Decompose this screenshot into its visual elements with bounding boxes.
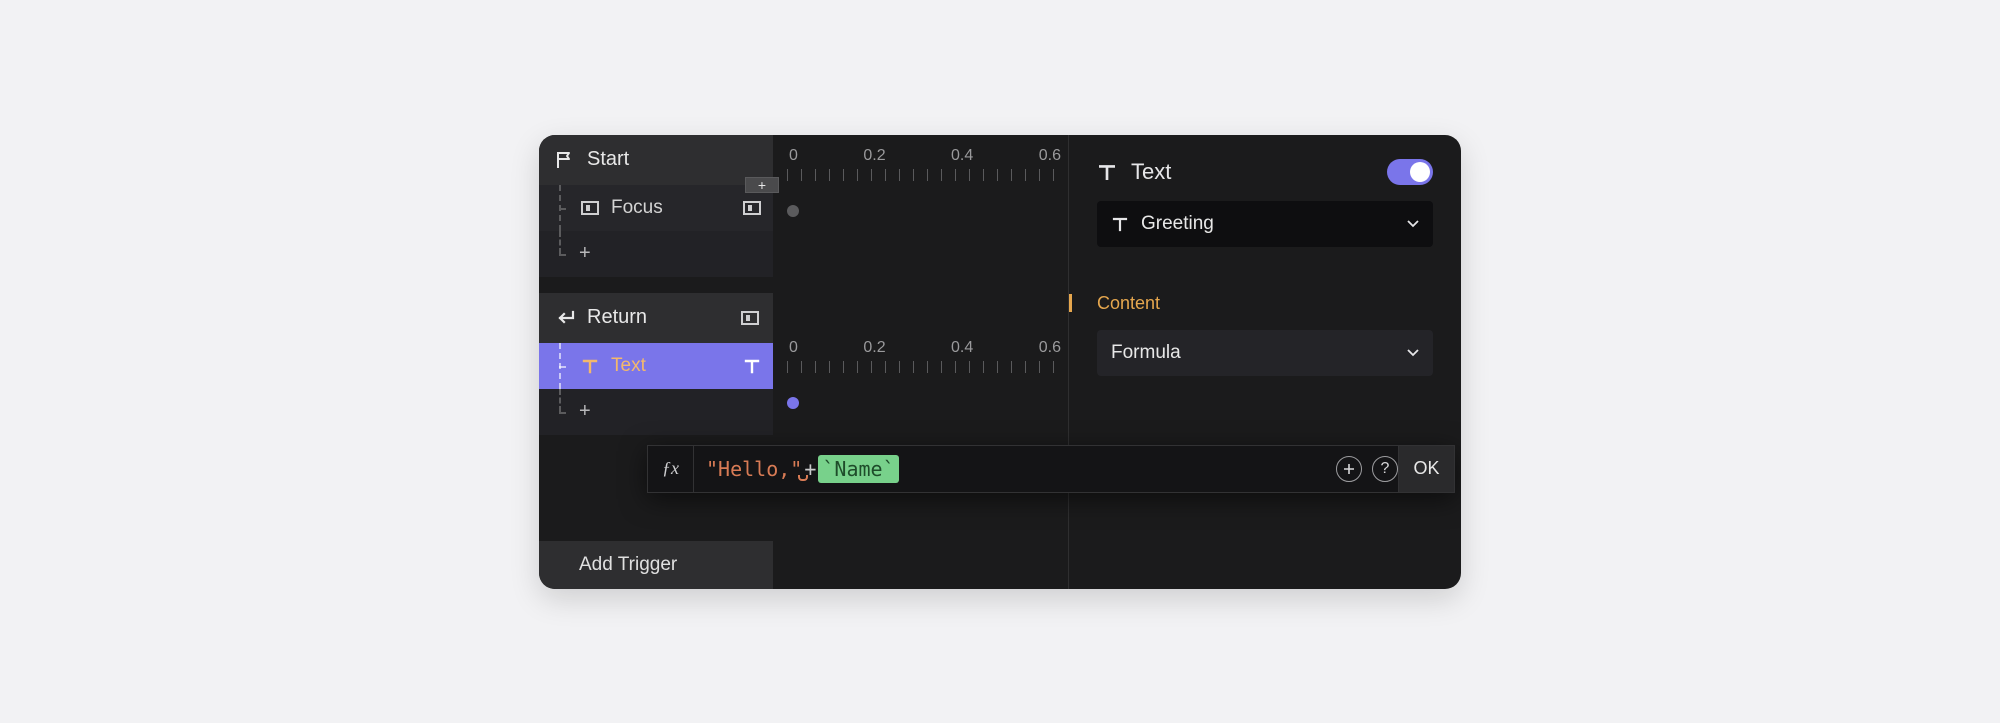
formula-editor[interactable]: ƒx "Hello,"+`Name` ? OK [647,445,1455,493]
ok-label: OK [1413,458,1439,479]
enabled-toggle[interactable] [1387,159,1433,185]
add-trigger-label: Add Trigger [579,554,677,576]
action-row-text[interactable]: Text [539,343,773,389]
content-type-select[interactable]: Formula [1097,330,1433,376]
target-select[interactable]: Greeting [1097,201,1433,247]
target-icon[interactable] [743,201,761,215]
add-action-row[interactable]: + [539,389,773,435]
flag-icon [553,150,577,170]
text-type-icon[interactable] [743,357,761,375]
formula-input[interactable]: "Hello,"+`Name` [694,455,1328,483]
action-row-label: Text [611,355,646,377]
trigger-list-panel: Start + Focus + Return [539,135,1069,589]
trigger-header-label: Start [587,148,629,171]
error-caret-icon [798,475,808,481]
text-icon [1111,215,1129,233]
tree-connector-icon [557,185,571,231]
insert-button[interactable] [1336,456,1362,482]
help-button[interactable]: ? [1372,456,1398,482]
focus-icon [579,201,601,215]
fx-icon[interactable]: ƒx [648,446,694,492]
target-select-value: Greeting [1141,213,1214,235]
fx-label: ƒx [662,458,679,479]
inspector-panel: Text Greeting Content Formula [1069,135,1461,589]
tree-connector-icon [557,389,571,435]
chevron-down-icon [1407,349,1419,357]
return-icon [553,309,577,327]
trigger-header-return[interactable]: Return [539,293,773,343]
add-action-row[interactable]: + [539,231,773,277]
content-type-value: Formula [1111,342,1181,364]
text-icon [579,357,601,375]
formula-variable-chip[interactable]: `Name` [818,455,898,483]
target-icon[interactable] [741,311,759,325]
formula-string-token: "Hello," [706,457,802,481]
plus-icon: + [579,242,591,265]
inspector-title: Text [1131,159,1171,185]
add-action-button[interactable]: + [745,177,779,193]
trigger-header-start[interactable]: Start + [539,135,773,185]
chevron-down-icon [1407,220,1419,228]
text-icon [1097,162,1117,182]
plus-icon: + [579,400,591,423]
tree-connector-icon [557,231,571,277]
add-trigger-button[interactable]: Add Trigger [539,541,773,589]
action-row-focus[interactable]: Focus [539,185,773,231]
ok-button[interactable]: OK [1398,446,1454,492]
tree-connector-icon [557,343,571,389]
content-section-label: Content [1097,293,1433,314]
action-row-label: Focus [611,197,663,219]
trigger-header-label: Return [587,306,647,329]
editor-window: 0 0.2 0.4 0.6 0 0.2 0.4 0.6 Start [539,135,1461,589]
